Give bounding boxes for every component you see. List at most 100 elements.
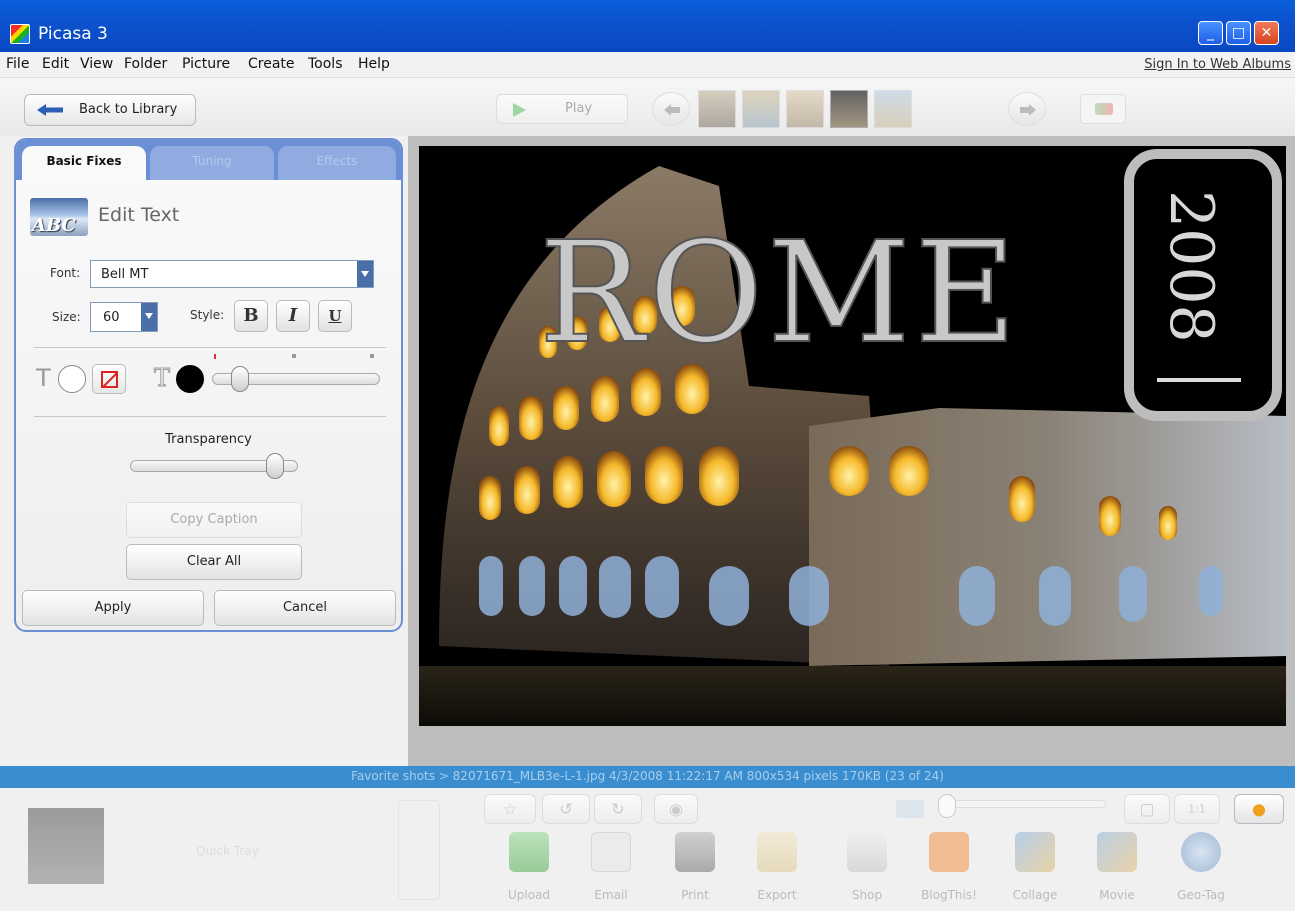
filmstrip-thumb[interactable] (874, 90, 912, 128)
menu-help[interactable]: Help (358, 56, 390, 72)
movie-action[interactable]: Movie (1084, 832, 1150, 908)
movie-icon (1097, 832, 1137, 872)
size-select[interactable]: 60 (90, 302, 158, 332)
slider-tick (214, 354, 216, 359)
photo-viewer: ROME 2008 (408, 136, 1295, 766)
zoom-icon (896, 800, 924, 818)
transparency-slider-thumb[interactable] (266, 453, 284, 479)
rotate-right-icon: ↻ (611, 799, 625, 819)
chevron-down-icon[interactable] (141, 303, 157, 331)
bold-button[interactable]: B (234, 300, 268, 332)
divider (34, 416, 386, 417)
colosseum-photo: ROME 2008 (419, 146, 1286, 726)
export-label: Export (757, 888, 797, 902)
tag-button[interactable]: ◉ (654, 794, 698, 824)
no-color-button[interactable] (92, 364, 126, 394)
play-button[interactable]: Play (496, 94, 628, 124)
chevron-down-icon[interactable] (357, 261, 373, 287)
share-icon (1095, 103, 1113, 115)
shop-label: Shop (851, 888, 883, 902)
export-action[interactable]: Export (744, 832, 810, 908)
tray-label: Quick Tray (196, 844, 259, 858)
left-arrow-icon (664, 104, 680, 116)
email-icon (591, 832, 631, 872)
print-action[interactable]: Print (662, 832, 728, 908)
cancel-button[interactable]: Cancel (214, 590, 396, 626)
menu-picture[interactable]: Picture (182, 56, 230, 72)
close-button[interactable]: ✕ (1254, 21, 1279, 45)
outline-color-swatch[interactable] (176, 365, 204, 393)
tab-underline (16, 180, 401, 182)
globe-icon (1181, 832, 1221, 872)
rotate-right-button[interactable]: ↻ (594, 794, 642, 824)
title-bar: Picasa 3 _ □ ✕ (0, 0, 1295, 52)
status-text: Favorite shots > 82071671_MLB3e-L-1.jpg … (351, 769, 944, 783)
status-bar: Favorite shots > 82071671_MLB3e-L-1.jpg … (0, 766, 1295, 788)
filmstrip-thumb-current[interactable] (830, 90, 868, 128)
text-color-swatch[interactable] (58, 365, 86, 393)
text-color-glyph: T (36, 364, 51, 392)
blogthis-action[interactable]: BlogThis! (916, 832, 982, 908)
font-select[interactable]: Bell MT (90, 260, 374, 288)
size-select-value: 60 (103, 310, 120, 325)
edit-text-abc-icon: ABC (30, 198, 88, 236)
transparency-label: Transparency (165, 432, 252, 447)
photo-preview[interactable]: ROME 2008 (419, 146, 1286, 726)
rotate-left-button[interactable]: ↺ (542, 794, 590, 824)
clear-all-button[interactable]: Clear All (126, 544, 302, 580)
collage-label: Collage (1012, 888, 1058, 902)
tray-side-controls (398, 800, 440, 900)
apply-button[interactable]: Apply (22, 590, 204, 626)
filmstrip-thumb[interactable] (742, 90, 780, 128)
menu-tools[interactable]: Tools (308, 56, 343, 72)
menu-edit[interactable]: Edit (42, 56, 69, 72)
tray-thumbnail[interactable] (28, 808, 104, 884)
email-action[interactable]: Email (578, 832, 644, 908)
fit-button[interactable]: ▢ (1124, 794, 1170, 824)
tab-basic-fixes[interactable]: Basic Fixes (22, 146, 146, 180)
play-icon (513, 103, 526, 117)
picasa-button[interactable]: ● (1234, 794, 1284, 824)
filmstrip-thumb[interactable] (698, 90, 736, 128)
upload-action[interactable]: Upload (496, 832, 562, 908)
share-button[interactable] (1080, 94, 1126, 124)
tab-tuning[interactable]: Tuning (150, 146, 274, 180)
blogger-icon (929, 832, 969, 872)
menu-create[interactable]: Create (248, 56, 295, 72)
edit-sidebar: Basic Fixes Tuning Effects ABC Edit Text… (0, 136, 408, 766)
sign-in-link[interactable]: Sign In to Web Albums (1144, 57, 1291, 72)
next-photo-button[interactable] (1008, 92, 1046, 126)
maximize-button[interactable]: □ (1226, 21, 1251, 45)
filmstrip-thumb[interactable] (786, 90, 824, 128)
fit-icon: ▢ (1139, 799, 1155, 819)
email-label: Email (594, 888, 628, 902)
rotate-left-icon: ↺ (559, 799, 573, 819)
minimize-button[interactable]: _ (1198, 21, 1223, 45)
blogthis-label: BlogThis! (921, 888, 977, 902)
menu-folder[interactable]: Folder (124, 56, 167, 72)
print-label: Print (681, 888, 709, 902)
outline-width-slider-thumb[interactable] (231, 366, 249, 392)
tab-effects[interactable]: Effects (278, 146, 396, 180)
toolbar: Back to Library Play (0, 78, 1295, 136)
underline-button[interactable]: U (318, 300, 352, 332)
star-button[interactable]: ☆ (484, 794, 536, 824)
zoom-slider[interactable] (944, 800, 1106, 808)
close-icon: ✕ (1260, 25, 1273, 41)
zoom-slider-thumb[interactable] (938, 794, 956, 818)
copy-caption-button[interactable]: Copy Caption (126, 502, 302, 538)
previous-photo-button[interactable] (652, 92, 690, 126)
actual-size-button[interactable]: 1:1 (1174, 794, 1220, 824)
collage-action[interactable]: Collage (1002, 832, 1068, 908)
shop-action[interactable]: Shop (834, 832, 900, 908)
edit-text-title: Edit Text (98, 204, 180, 226)
style-label: Style: (190, 308, 225, 322)
maximize-icon: □ (1231, 25, 1246, 41)
menu-bar: File Edit View Folder Picture Create Too… (0, 52, 1295, 78)
italic-button[interactable]: I (276, 300, 310, 332)
photo-rome-text: ROME (539, 212, 1021, 375)
back-to-library-button[interactable]: Back to Library (24, 94, 196, 126)
geotag-action[interactable]: Geo-Tag (1168, 832, 1234, 908)
menu-file[interactable]: File (6, 56, 29, 72)
menu-view[interactable]: View (80, 56, 113, 72)
